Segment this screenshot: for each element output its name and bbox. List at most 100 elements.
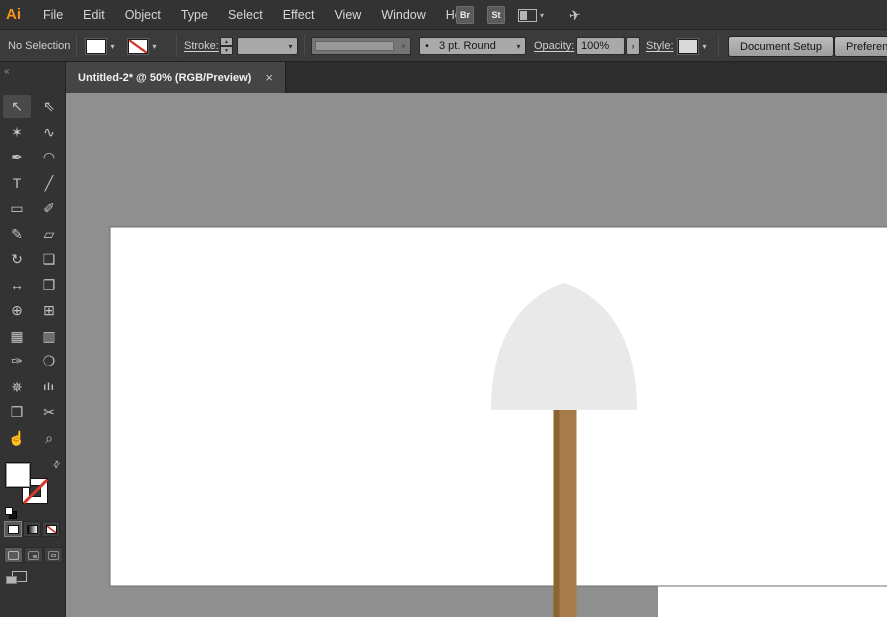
stroke-color-swatch[interactable] [128, 39, 148, 54]
paintbrush-tool-icon: ✐ [43, 200, 55, 217]
column-graph-tool[interactable]: ılı [35, 376, 63, 399]
menu-object[interactable]: Object [115, 0, 171, 30]
menu-bar: Ai File Edit Object Type Select Effect V… [0, 0, 887, 30]
free-transform-tool[interactable]: ❐ [35, 274, 63, 297]
eraser-tool-icon: ▱ [44, 226, 55, 243]
tools-panel: « ↖ ⇖ ✶ ∿ ✒ ◠ T ╱ ▭ ✐ ✎ ▱ ↻ ❏ ↔ ❐ ⊕ ⊞ ▦ … [0, 62, 66, 617]
arrange-documents-button[interactable]: ▾ [518, 9, 544, 22]
draw-inside-button[interactable] [44, 547, 63, 563]
style-dropdown-icon[interactable]: ▾ [698, 38, 711, 54]
artboard-tool[interactable]: ❒ [3, 401, 31, 424]
style-label[interactable]: Style: [646, 40, 674, 52]
style-swatch[interactable] [678, 39, 698, 54]
swap-fill-stroke-icon[interactable]: ⇄ [51, 458, 64, 471]
draw-behind-button[interactable] [24, 547, 43, 563]
magic-wand-tool[interactable]: ✶ [3, 121, 31, 144]
scale-tool[interactable]: ❏ [35, 248, 63, 271]
stepper-down-icon[interactable]: ▼ [220, 46, 233, 55]
menu-effect[interactable]: Effect [273, 0, 325, 30]
hand-tool-icon: ☝ [8, 430, 25, 447]
perspective-grid-tool[interactable]: ⊞ [35, 299, 63, 322]
toolbar-collapse-button[interactable]: « [4, 66, 8, 77]
perspective-grid-tool-icon: ⊞ [43, 302, 55, 319]
menu-type[interactable]: Type [171, 0, 218, 30]
close-icon[interactable]: × [265, 71, 273, 84]
opacity-flyout-button[interactable]: › [626, 37, 640, 55]
slice-tool[interactable]: ✂ [35, 401, 63, 424]
gradient-button[interactable] [23, 521, 41, 537]
zoom-tool[interactable]: ⌕ [35, 427, 63, 450]
chevron-down-icon[interactable]: ▾ [512, 38, 525, 54]
rotate-tool[interactable]: ↻ [3, 248, 31, 271]
fill-stroke-widget: ⇄ [5, 459, 63, 519]
pencil-tool[interactable]: ✎ [3, 223, 31, 246]
shovel-handle[interactable] [560, 410, 577, 617]
curvature-tool-icon: ◠ [43, 149, 55, 166]
pen-tool[interactable]: ✒ [3, 146, 31, 169]
canvas[interactable] [66, 93, 887, 617]
stroke-weight-label[interactable]: Stroke: [184, 40, 219, 52]
line-segment-tool[interactable]: ╱ [35, 172, 63, 195]
eraser-tool[interactable]: ▱ [35, 223, 63, 246]
document-tab[interactable]: Untitled-2* @ 50% (RGB/Preview) × [66, 62, 286, 93]
curvature-tool[interactable]: ◠ [35, 146, 63, 169]
rectangle-tool[interactable]: ▭ [3, 197, 31, 220]
line-segment-tool-icon: ╱ [45, 175, 53, 192]
color-button[interactable] [4, 521, 22, 537]
hand-tool[interactable]: ☝ [3, 427, 31, 450]
document-setup-button[interactable]: Document Setup [728, 36, 834, 57]
menu-view[interactable]: View [324, 0, 371, 30]
fill-color-dropdown-icon[interactable]: ▾ [106, 38, 119, 54]
preferences-button[interactable]: Preferences [834, 36, 887, 57]
rotate-tool-icon: ↻ [11, 251, 23, 268]
screen-mode-button[interactable] [6, 571, 32, 589]
fill-color-swatch[interactable] [86, 39, 106, 54]
brush-definition-select[interactable]: • 3 pt. Round ▾ [419, 37, 526, 55]
variable-width-profile-select: ▾ [311, 37, 411, 55]
stroke-weight-select[interactable]: ▾ [237, 37, 298, 55]
stroke-weight-stepper[interactable]: ▲ ▼ [220, 37, 233, 55]
separator [176, 34, 177, 57]
menu-file[interactable]: File [33, 0, 73, 30]
direct-selection-tool-icon: ⇖ [43, 98, 55, 115]
opacity-input[interactable] [576, 37, 625, 55]
shovel-handle-shadow[interactable] [554, 410, 560, 617]
none-button[interactable] [42, 521, 60, 537]
chevron-down-icon: ▾ [397, 38, 410, 54]
gradient-tool[interactable]: ▥ [35, 325, 63, 348]
menu-select[interactable]: Select [218, 0, 273, 30]
mesh-tool[interactable]: ▦ [3, 325, 31, 348]
gradient-tool-icon: ▥ [42, 328, 55, 345]
color-mode-buttons [4, 521, 60, 537]
opacity-label[interactable]: Opacity: [534, 40, 574, 52]
fill-indicator[interactable] [5, 462, 31, 488]
drawing-mode-buttons [4, 547, 63, 563]
stroke-color-dropdown-icon[interactable]: ▾ [148, 38, 161, 54]
artwork-layer [66, 93, 887, 617]
width-tool[interactable]: ↔ [3, 274, 31, 297]
menu-edit[interactable]: Edit [73, 0, 115, 30]
direct-selection-tool[interactable]: ⇖ [35, 95, 63, 118]
eyedropper-tool-icon: ✑ [11, 353, 23, 370]
stepper-up-icon[interactable]: ▲ [220, 37, 233, 46]
type-tool[interactable]: T [3, 172, 31, 195]
stock-icon[interactable]: St [487, 6, 505, 24]
separator [76, 34, 77, 57]
default-colors-icon[interactable] [5, 507, 17, 519]
app-logo: Ai [6, 6, 21, 23]
free-transform-tool-icon: ❐ [43, 277, 56, 294]
shape-builder-tool[interactable]: ⊕ [3, 299, 31, 322]
paintbrush-tool[interactable]: ✐ [35, 197, 63, 220]
blend-tool[interactable]: ❍ [35, 350, 63, 373]
draw-normal-button[interactable] [4, 547, 23, 563]
gpu-performance-icon[interactable]: ✈ [568, 6, 583, 25]
selection-tool[interactable]: ↖ [3, 95, 31, 118]
artboard-tool-icon: ❒ [11, 404, 24, 421]
bridge-icon[interactable]: Br [456, 6, 474, 24]
symbol-sprayer-tool[interactable]: ✵ [3, 376, 31, 399]
lasso-tool[interactable]: ∿ [35, 121, 63, 144]
menu-window[interactable]: Window [371, 0, 435, 30]
eyedropper-tool[interactable]: ✑ [3, 350, 31, 373]
separator [304, 34, 305, 57]
chevron-down-icon: ▾ [540, 11, 544, 20]
